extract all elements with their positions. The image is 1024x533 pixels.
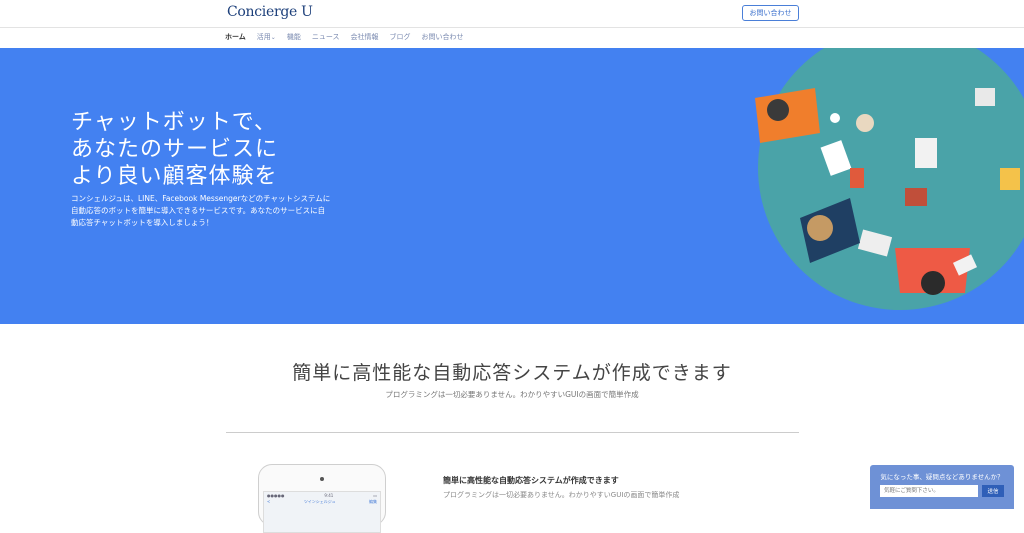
nav-item-news[interactable]: ニュース — [312, 32, 340, 42]
hero-description: コンシェルジュは、LINE、Facebook Messengerなどのチャットシ… — [71, 194, 331, 227]
feature-subtitle: プログラミングは一切必要ありません。わかりやすいGUIの画面で簡単作成 — [443, 491, 680, 499]
section-title: 簡単に高性能な自動応答システムが作成できます — [292, 362, 732, 384]
phone-carrier: ●●●●● — [267, 493, 285, 498]
phone-mockup: ●●●●● 9:41 ▭ < ツインシェルジュ 編集 — [258, 464, 386, 533]
nav-item-company[interactable]: 会社情報 — [350, 32, 378, 42]
phone-time: 9:41 — [324, 493, 334, 498]
battery-icon: ▭ — [373, 493, 377, 498]
section-subtitle: プログラミングは一切必要ありません。わかりやすいGUIの画面で簡単作成 — [385, 390, 639, 399]
chat-widget: 気になった事、疑問点などありませんか？ 送信 — [870, 465, 1014, 509]
nav-item-contact[interactable]: お問い合わせ — [421, 32, 463, 42]
section-divider — [226, 432, 799, 433]
phone-edit: 編集 — [369, 499, 377, 504]
nav-item-usage-label: 活用 — [256, 33, 271, 41]
chat-question: 気になった事、疑問点などありませんか？ — [880, 473, 1004, 481]
hero-banner: チャットボットで、 あなたのサービスに より良い顧客体験を コンシェルジュは、L… — [0, 48, 1024, 324]
phone-title-bar: < ツインシェルジュ 編集 — [264, 499, 380, 505]
nav-item-blog[interactable]: ブログ — [389, 32, 410, 42]
hero-title: チャットボットで、 あなたのサービスに より良い顧客体験を — [71, 110, 279, 189]
site-logo[interactable]: Concierge U — [227, 4, 313, 20]
feature-title: 簡単に高性能な自動応答システムが作成できます — [443, 476, 619, 485]
phone-back-icon: < — [267, 499, 271, 504]
contact-button[interactable]: お問い合わせ — [742, 5, 799, 21]
chat-input[interactable] — [880, 485, 978, 497]
phone-screen-title: ツインシェルジュ — [303, 499, 336, 504]
meeting-illustration — [755, 48, 1024, 310]
phone-screen: ●●●●● 9:41 ▭ < ツインシェルジュ 編集 — [263, 491, 381, 533]
logo-text: Concierge U — [227, 4, 313, 20]
site-header: Concierge U お問い合わせ — [0, 0, 1024, 28]
nav-item-usage[interactable]: 活用⌄ — [257, 32, 276, 42]
nav-item-features[interactable]: 機能 — [287, 32, 301, 42]
nav-item-home[interactable]: ホーム — [225, 32, 246, 42]
phone-speaker — [320, 477, 324, 481]
phone-status-bar: ●●●●● 9:41 ▭ — [264, 492, 380, 499]
chat-send-button[interactable]: 送信 — [982, 485, 1004, 497]
chevron-down-icon: ⌄ — [270, 34, 276, 41]
main-nav: ホーム 活用⌄ 機能 ニュース 会社情報 ブログ お問い合わせ — [0, 28, 1024, 48]
